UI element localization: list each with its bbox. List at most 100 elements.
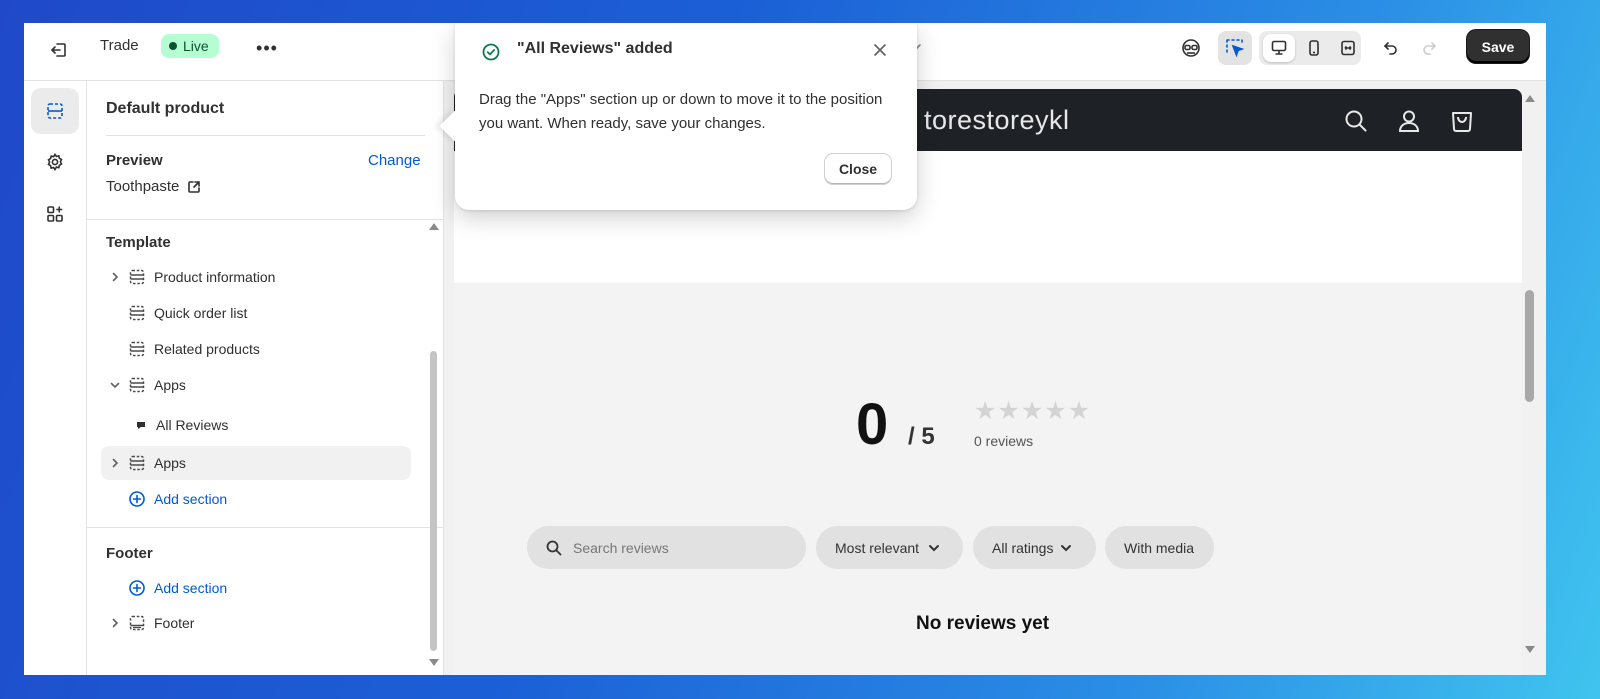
more-actions-button[interactable]: ••• xyxy=(252,35,282,61)
footer-heading: Footer xyxy=(106,545,153,562)
mobile-view-icon[interactable] xyxy=(1298,34,1330,62)
cart-icon[interactable] xyxy=(1446,105,1478,137)
empty-state-message: No reviews yet xyxy=(916,613,1050,634)
footer-section-icon xyxy=(127,613,147,633)
live-status-badge: Live xyxy=(161,34,219,58)
plus-circle-icon xyxy=(127,489,147,509)
section-icon xyxy=(127,267,147,287)
sections-icon[interactable] xyxy=(31,88,79,134)
sections-sidebar: Default product Preview Change Toothpast… xyxy=(87,81,444,675)
account-icon[interactable] xyxy=(1393,105,1425,137)
live-label: Live xyxy=(183,38,209,54)
plus-circle-icon xyxy=(127,578,147,598)
apps-icon[interactable] xyxy=(31,191,79,237)
app-block-icon xyxy=(101,420,146,430)
ratings-filter-dropdown[interactable]: All ratings xyxy=(973,526,1096,569)
tree-item-label: Product information xyxy=(154,269,276,285)
tree-item-footer[interactable]: Footer xyxy=(101,606,411,640)
close-icon[interactable] xyxy=(869,39,891,61)
chevron-right-icon[interactable] xyxy=(107,455,123,471)
section-added-popover: "All Reviews" added Drag the "Apps" sect… xyxy=(439,23,917,210)
divider xyxy=(87,527,444,528)
editor-nav-rail xyxy=(24,81,87,675)
preview-scrollbar[interactable] xyxy=(1525,290,1534,402)
preview-product-name: Toothpaste xyxy=(106,178,180,195)
star-icon: ★ xyxy=(974,397,997,425)
footer-add-section-button[interactable]: Add section xyxy=(101,574,227,602)
external-link-icon[interactable] xyxy=(187,180,201,194)
chevron-down-icon[interactable] xyxy=(107,377,123,393)
exit-icon[interactable] xyxy=(44,35,74,65)
sort-dropdown[interactable]: Most relevant xyxy=(816,526,963,569)
store-logo-text[interactable]: torestoreykl xyxy=(924,105,1070,136)
check-circle-icon xyxy=(481,42,501,62)
ratings-filter-label: All ratings xyxy=(992,539,1054,556)
popover-content: "All Reviews" added Drag the "Apps" sect… xyxy=(455,23,917,210)
reviews-widget: 0 / 5 ★ ★ ★ ★ ★ 0 reviews Search reviews… xyxy=(454,283,1522,675)
rating-stars: ★ ★ ★ ★ ★ xyxy=(974,399,1090,424)
sidebar-scrollbar[interactable] xyxy=(430,351,437,651)
preview-scroll-up-icon[interactable] xyxy=(1525,95,1535,102)
rating-max: / 5 xyxy=(908,423,935,450)
template-heading: Template xyxy=(106,234,171,251)
sidebar-scroll-up-icon[interactable] xyxy=(429,223,439,230)
search-reviews-input[interactable]: Search reviews xyxy=(527,526,806,569)
with-media-label: With media xyxy=(1124,539,1195,556)
tree-item-label: All Reviews xyxy=(156,417,229,433)
search-placeholder: Search reviews xyxy=(573,539,669,556)
preview-label: Preview xyxy=(106,152,163,169)
sidebar-title: Default product xyxy=(106,100,225,117)
tree-item-related-products[interactable]: Related products xyxy=(101,332,411,366)
tree-item-apps-expanded[interactable]: Apps xyxy=(101,368,411,402)
star-icon: ★ xyxy=(997,397,1020,425)
theme-settings-gear-icon[interactable] xyxy=(31,139,79,185)
tree-item-apps-collapsed[interactable]: Apps xyxy=(101,446,411,480)
close-button[interactable]: Close xyxy=(824,153,892,185)
search-icon[interactable] xyxy=(1340,105,1372,137)
star-icon: ★ xyxy=(1044,397,1067,425)
sidebar-scroll-down-icon[interactable] xyxy=(429,659,439,666)
save-button[interactable]: Save xyxy=(1467,30,1529,63)
live-dot-icon xyxy=(169,42,177,50)
select-element-icon[interactable] xyxy=(1218,31,1252,65)
chevron-down-icon xyxy=(929,544,940,551)
theme-editor-window: Trade Live ••• Save Default product Prev… xyxy=(24,23,1546,675)
popover-title: "All Reviews" added xyxy=(517,40,673,57)
tree-item-label: Apps xyxy=(154,455,186,471)
chevron-right-icon[interactable] xyxy=(107,615,123,631)
chevron-down-icon xyxy=(1061,544,1072,551)
section-icon xyxy=(127,453,147,473)
store-name[interactable]: Trade xyxy=(100,37,139,54)
section-icon xyxy=(127,339,147,359)
chevron-right-icon[interactable] xyxy=(107,269,123,285)
search-icon xyxy=(546,540,562,555)
review-count: 0 reviews xyxy=(974,433,1034,449)
section-icon xyxy=(127,375,147,395)
tree-item-label: Quick order list xyxy=(154,305,248,321)
preview-scroll-down-icon[interactable] xyxy=(1525,646,1535,653)
divider xyxy=(106,135,425,136)
tree-item-label: Related products xyxy=(154,341,260,357)
section-icon xyxy=(127,303,147,323)
popover-message: Drag the "Apps" section up or down to mo… xyxy=(479,91,883,132)
add-section-label: Add section xyxy=(154,491,228,507)
star-icon: ★ xyxy=(1067,397,1091,425)
with-media-filter[interactable]: With media xyxy=(1105,526,1214,569)
preview-product[interactable]: Toothpaste xyxy=(106,178,201,195)
tree-item-product-information[interactable]: Product information xyxy=(101,260,411,294)
divider xyxy=(87,219,444,220)
tree-item-all-reviews[interactable]: All Reviews xyxy=(101,408,411,442)
full-width-view-icon[interactable] xyxy=(1332,34,1364,62)
change-preview-link[interactable]: Change xyxy=(368,152,421,169)
add-section-button[interactable]: Add section xyxy=(101,485,227,513)
star-icon: ★ xyxy=(1020,397,1044,425)
sort-label: Most relevant xyxy=(835,539,920,556)
undo-icon[interactable] xyxy=(1374,31,1408,65)
tree-item-quick-order-list[interactable]: Quick order list xyxy=(101,296,411,330)
desktop-view-icon[interactable] xyxy=(1263,34,1295,62)
tree-item-label: Apps xyxy=(154,377,186,393)
average-rating: 0 xyxy=(856,392,889,457)
add-section-label: Add section xyxy=(154,580,228,596)
redo-icon[interactable] xyxy=(1412,31,1446,65)
inspector-icon[interactable] xyxy=(1174,31,1208,65)
